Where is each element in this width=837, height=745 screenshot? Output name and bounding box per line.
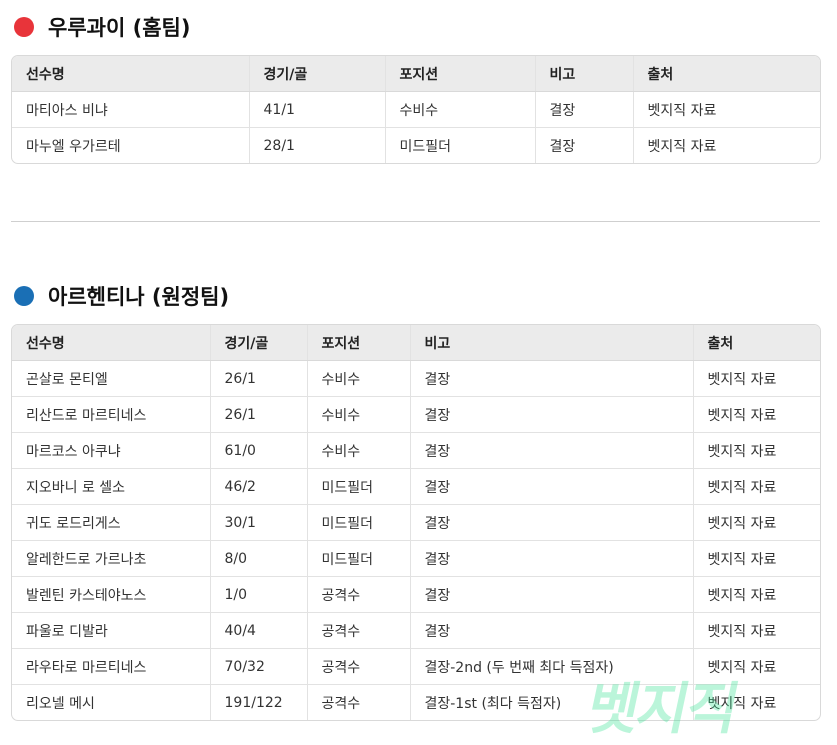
away-table-header-row: 선수명 경기/골 포지션 비고 출처 [12, 325, 820, 361]
position-cell: 공격수 [306, 576, 410, 613]
source-cell: 벳지직 자료 [632, 91, 820, 128]
table-row: 파울로 디발라 40/4 공격수 결장 벳지직 자료 [12, 612, 820, 649]
home-team-dot [14, 17, 34, 37]
player-name-cell: 마르코스 아쿠냐 [12, 432, 210, 469]
position-cell: 미드필더 [384, 127, 535, 163]
source-cell: 벳지직 자료 [692, 468, 820, 505]
caps-goals-cell: 61/0 [209, 432, 307, 469]
home-table-header-row: 선수명 경기/골 포지션 비고 출처 [12, 56, 820, 92]
away-header-source: 출처 [692, 325, 820, 361]
player-name-cell: 라우타로 마르티네스 [12, 648, 210, 685]
table-row: 알레한드로 가르나초 8/0 미드필더 결장 벳지직 자료 [12, 540, 820, 577]
note-cell: 결장 [534, 91, 633, 128]
table-row: 곤살로 몬티엘 26/1 수비수 결장 벳지직 자료 [12, 360, 820, 397]
note-cell: 결장 [409, 432, 693, 469]
player-name-cell: 리산드로 마르티네스 [12, 396, 210, 433]
caps-goals-cell: 28/1 [248, 127, 385, 163]
note-cell: 결장 [409, 396, 693, 433]
caps-goals-cell: 26/1 [209, 360, 307, 397]
position-cell: 수비수 [384, 91, 535, 128]
away-team-dot [14, 286, 34, 306]
note-cell: 결장 [409, 612, 693, 649]
away-header-note: 비고 [409, 325, 693, 361]
caps-goals-cell: 46/2 [209, 468, 307, 505]
player-name-cell: 마티아스 비냐 [26, 102, 108, 119]
away-section-title: 아르헨티나 (원정팀) [14, 281, 229, 311]
player-name-cell: 귀도 로드리게스 [12, 504, 210, 541]
position-cell: 미드필더 [306, 468, 410, 505]
table-row: 지오바니 로 셀소 46/2 미드필더 결장 벳지직 자료 [12, 468, 820, 505]
caps-goals-cell: 191/122 [209, 684, 307, 720]
player-name-cell: 곤살로 몬티엘 [26, 371, 108, 388]
away-header-caps: 경기/골 [209, 325, 307, 361]
source-cell: 벳지직 자료 [692, 648, 820, 685]
home-header-position: 포지션 [384, 56, 535, 92]
position-cell: 미드필더 [306, 504, 410, 541]
player-name-cell: 발렌틴 카스테야노스 [12, 576, 210, 613]
away-title-text: 아르헨티나 (원정팀) [48, 285, 230, 309]
position-cell: 공격수 [306, 684, 410, 720]
home-header-source: 출처 [632, 56, 820, 92]
table-row: 리오넬 메시 191/122 공격수 결장-1st (최다 득점자) 벳지직 자… [12, 684, 820, 720]
note-cell: 결장 [409, 360, 693, 397]
table-row: 마티아스 비냐 41/1 수비수 결장 벳지직 자료 [12, 91, 820, 128]
note-cell: 결장 [409, 540, 693, 577]
note-cell: 결장-2nd (두 번째 최다 득점자) [409, 648, 693, 685]
position-cell: 수비수 [306, 432, 410, 469]
caps-goals-cell: 70/32 [209, 648, 307, 685]
player-name-cell: 지오바니 로 셀소 [12, 468, 210, 505]
player-name-cell: 마누엘 우가르테 [12, 127, 249, 163]
caps-goals-cell: 8/0 [209, 540, 307, 577]
home-title-text: 우루과이 (홈팀) [48, 16, 191, 40]
table-row: 마누엘 우가르테 28/1 미드필더 결장 벳지직 자료 [12, 127, 820, 163]
position-cell: 수비수 [306, 396, 410, 433]
note-cell: 결장 [409, 468, 693, 505]
source-cell: 벳지직 자료 [632, 127, 820, 163]
player-name-cell: 리오넬 메시 [12, 684, 210, 720]
source-cell: 벳지직 자료 [692, 360, 820, 397]
source-cell: 벳지직 자료 [692, 684, 820, 720]
home-header-name: 선수명 [12, 56, 249, 92]
position-cell: 수비수 [306, 360, 410, 397]
table-row: 라우타로 마르티네스 70/32 공격수 결장-2nd (두 번째 최다 득점자… [12, 648, 820, 685]
note-cell: 결장-1st (최다 득점자) [409, 684, 693, 720]
home-table: 선수명 경기/골 포지션 비고 출처 마티아스 비냐 41/1 수비수 결장 벳… [11, 55, 821, 164]
caps-goals-cell: 41/1 [248, 91, 385, 128]
table-row: 귀도 로드리게스 30/1 미드필더 결장 벳지직 자료 [12, 504, 820, 541]
position-cell: 공격수 [306, 648, 410, 685]
source-cell: 벳지직 자료 [692, 612, 820, 649]
away-header-position: 포지션 [306, 325, 410, 361]
source-cell: 벳지직 자료 [692, 432, 820, 469]
section-divider [11, 221, 820, 222]
position-cell: 공격수 [306, 612, 410, 649]
source-cell: 벳지직 자료 [692, 396, 820, 433]
home-header-caps: 경기/골 [248, 56, 385, 92]
home-header-note: 비고 [534, 56, 633, 92]
note-cell: 결장 [409, 576, 693, 613]
caps-goals-cell: 26/1 [209, 396, 307, 433]
caps-goals-cell: 1/0 [209, 576, 307, 613]
source-cell: 벳지직 자료 [692, 504, 820, 541]
caps-goals-cell: 40/4 [209, 612, 307, 649]
home-section-title: 우루과이 (홈팀) [14, 12, 190, 42]
player-name-cell: 알레한드로 가르나초 [12, 540, 210, 577]
away-header-name: 선수명 [12, 325, 210, 361]
caps-goals-cell: 30/1 [209, 504, 307, 541]
position-cell: 미드필더 [306, 540, 410, 577]
table-row: 리산드로 마르티네스 26/1 수비수 결장 벳지직 자료 [12, 396, 820, 433]
away-table: 선수명 경기/골 포지션 비고 출처 곤살로 몬티엘 26/1 수비수 결장 벳… [11, 324, 821, 721]
note-cell: 결장 [534, 127, 633, 163]
player-name-cell: 파울로 디발라 [12, 612, 210, 649]
source-cell: 벳지직 자료 [692, 540, 820, 577]
table-row: 발렌틴 카스테야노스 1/0 공격수 결장 벳지직 자료 [12, 576, 820, 613]
source-cell: 벳지직 자료 [692, 576, 820, 613]
note-cell: 결장 [409, 504, 693, 541]
table-row: 마르코스 아쿠냐 61/0 수비수 결장 벳지직 자료 [12, 432, 820, 469]
